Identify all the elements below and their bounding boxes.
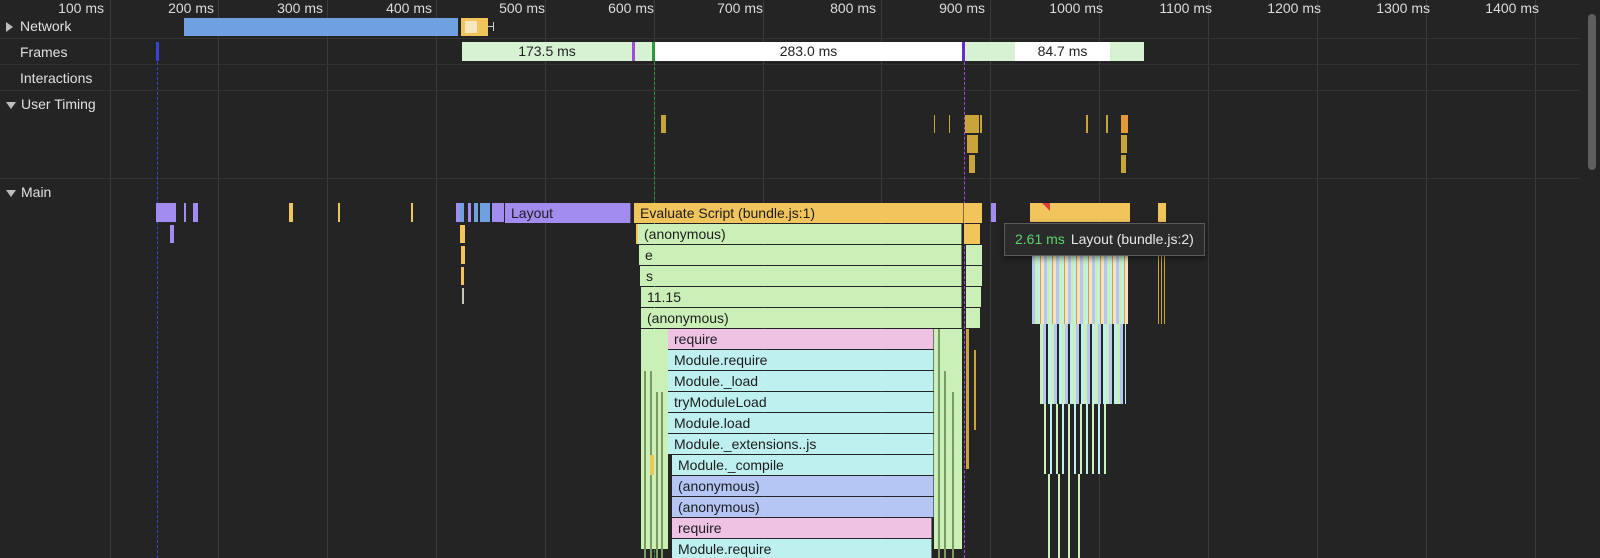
flame-call[interactable]: (anonymous)	[638, 224, 962, 244]
flame-call[interactable]: s	[640, 266, 962, 286]
flame-call[interactable]: 11.15	[641, 287, 962, 307]
flame-call[interactable]: (anonymous)	[672, 497, 934, 517]
tooltip-duration: 2.61 ms	[1015, 231, 1065, 247]
frame-duration: 173.5 ms	[518, 43, 576, 59]
ruler-tick: 1400 ms	[1485, 0, 1539, 16]
track-interactions-label[interactable]: Interactions	[20, 70, 92, 86]
ruler-tick: 700 ms	[717, 0, 763, 16]
flame-call[interactable]: Module.load	[668, 413, 934, 433]
flame-evaluate-script[interactable]: Evaluate Script (bundle.js:1)	[634, 203, 964, 223]
ruler-tick: 1100 ms	[1159, 0, 1212, 16]
ruler-tick: 800 ms	[830, 0, 876, 16]
flame-layout[interactable]: Layout	[505, 203, 631, 223]
track-main-header[interactable]: Main	[0, 184, 51, 200]
flame-call[interactable]: Module.require	[668, 350, 934, 370]
ruler-tick: 900 ms	[939, 0, 985, 16]
flame-call[interactable]: require	[668, 329, 934, 349]
track-network-label: Network	[20, 18, 72, 34]
frame-block[interactable]: 173.5 ms	[462, 42, 632, 61]
scrollbar-thumb[interactable]	[1588, 14, 1596, 170]
track-frames-label[interactable]: Frames	[20, 44, 67, 60]
flame-call[interactable]: tryModuleLoad	[668, 392, 934, 412]
performance-timeline: 100 ms 200 ms 300 ms 400 ms 500 ms 600 m…	[0, 0, 1600, 558]
tooltip-label: Layout (bundle.js:2)	[1070, 231, 1194, 247]
frame-duration: 283.0 ms	[779, 43, 838, 59]
flame-call[interactable]: require	[672, 518, 932, 538]
track-main-label: Main	[21, 184, 52, 200]
collapse-arrow-icon[interactable]	[6, 101, 16, 109]
frame-block[interactable]: 283.0 ms	[655, 42, 962, 61]
flame-call[interactable]: (anonymous)	[672, 476, 934, 496]
track-user-timing-label: User Timing	[21, 96, 96, 112]
vertical-scrollbar[interactable]	[1584, 0, 1600, 558]
ruler-tick: 1000 ms	[1049, 0, 1103, 16]
ruler-tick: 300 ms	[277, 0, 323, 16]
flame-call[interactable]: Module._load	[668, 371, 934, 391]
expand-arrow-icon[interactable]	[6, 22, 13, 33]
flame-call[interactable]: e	[639, 245, 962, 265]
flame-call[interactable]: (anonymous)	[641, 308, 962, 328]
ruler-tick: 500 ms	[499, 0, 545, 16]
collapse-arrow-icon[interactable]	[6, 189, 16, 197]
ruler-tick: 600 ms	[608, 0, 654, 16]
flame-call[interactable]: Module._compile	[672, 455, 934, 475]
ruler-tick: 100 ms	[58, 0, 104, 16]
frame-block[interactable]: 84.7 ms	[1015, 42, 1110, 61]
frame-duration: 84.7 ms	[1037, 43, 1088, 59]
track-network-header[interactable]: Network	[0, 18, 71, 34]
ruler-tick: 1300 ms	[1376, 0, 1430, 16]
layout-tooltip: 2.61 ms Layout (bundle.js:2)	[1004, 223, 1205, 256]
network-request-bar[interactable]	[184, 18, 458, 36]
track-user-timing-header[interactable]: User Timing	[0, 96, 96, 112]
ruler-tick: 400 ms	[386, 0, 432, 16]
ruler-tick: 200 ms	[168, 0, 214, 16]
flame-call[interactable]: Module.require	[672, 539, 932, 558]
flame-call[interactable]: Module._extensions..js	[668, 434, 934, 454]
ruler-tick: 1200 ms	[1267, 0, 1321, 16]
